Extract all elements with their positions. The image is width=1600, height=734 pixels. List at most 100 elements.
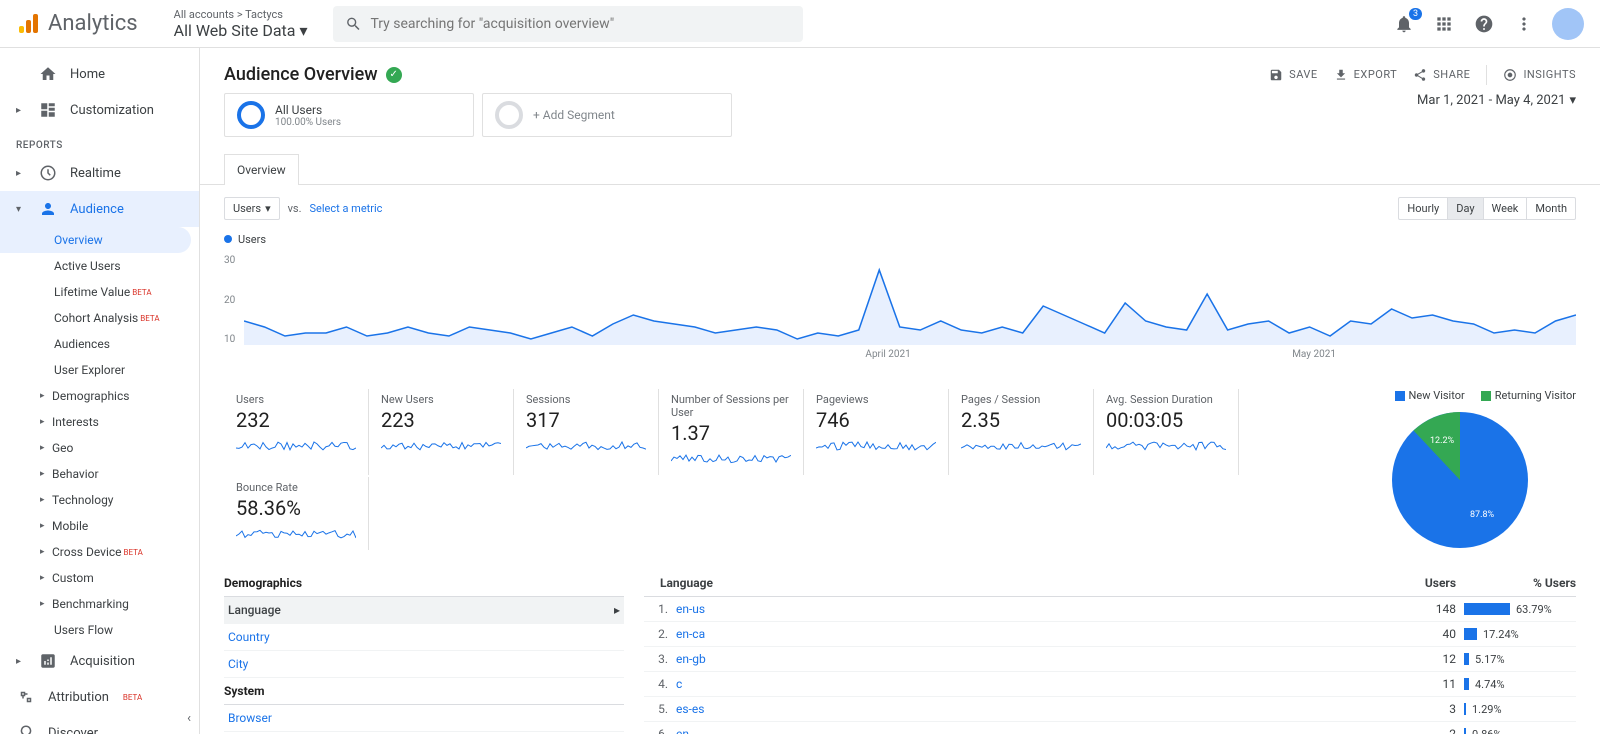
legend-new-visitor: New Visitor (1395, 389, 1465, 402)
row-index: 5. (644, 702, 668, 716)
metric-label: Sessions (526, 393, 646, 406)
nav-audience[interactable]: ▾Audience (0, 191, 199, 227)
nav-lifetime-value[interactable]: Lifetime ValueBETA (0, 279, 199, 305)
dim-city[interactable]: City (224, 651, 624, 678)
nav-overview[interactable]: Overview (0, 227, 191, 253)
metric-label: Avg. Session Duration (1106, 393, 1226, 406)
metric-card[interactable]: Avg. Session Duration 00:03:05 (1094, 389, 1239, 475)
nav-user-explorer[interactable]: User Explorer (0, 357, 199, 383)
lang-link[interactable]: en-us (668, 602, 1396, 616)
lang-table-header: Language Users % Users (644, 570, 1576, 597)
add-segment-button[interactable]: + Add Segment (482, 93, 732, 137)
notifications-icon[interactable]: 3 (1392, 12, 1416, 36)
system-header: System (224, 678, 624, 705)
search-bar[interactable] (333, 6, 803, 42)
dimension-list: Demographics Language▸ Country City Syst… (224, 570, 624, 734)
dim-browser[interactable]: Browser (224, 705, 624, 732)
metric-value: 2.35 (961, 408, 1081, 432)
lang-link[interactable]: es-es (668, 702, 1396, 716)
nav-interests[interactable]: ▸Interests (0, 409, 199, 435)
pill-hourly[interactable]: Hourly (1399, 198, 1448, 219)
metric-card[interactable]: Sessions317 (514, 389, 659, 475)
chart-svg (244, 255, 1576, 345)
collapse-sidebar-icon[interactable]: ‹ (187, 711, 191, 726)
insights-button[interactable]: INSIGHTS (1503, 68, 1576, 82)
segment-all-users[interactable]: All Users100.00% Users (224, 93, 474, 137)
dim-language[interactable]: Language▸ (224, 597, 624, 624)
account-selector[interactable]: All accounts > Tactycs All Web Site Data… (174, 8, 308, 40)
nav-behavior[interactable]: ▸Behavior (0, 461, 199, 487)
pct-bar (1464, 628, 1477, 640)
logo[interactable]: Analytics (16, 11, 138, 36)
pct-bar (1464, 603, 1510, 615)
person-icon (38, 199, 58, 219)
nav-acquisition[interactable]: ▸Acquisition (0, 643, 199, 679)
search-input[interactable] (370, 16, 791, 32)
metric-card[interactable]: Pages / Session2.35 (949, 389, 1094, 475)
chevron-down-icon: ▾ (265, 202, 271, 215)
pill-day[interactable]: Day (1448, 198, 1483, 219)
user-count: 12 (1396, 652, 1456, 666)
metric-card[interactable]: Bounce Rate58.36% (224, 477, 369, 550)
save-button[interactable]: SAVE (1269, 68, 1318, 82)
select-metric-link[interactable]: Select a metric (310, 202, 383, 215)
apps-icon[interactable] (1432, 12, 1456, 36)
metric-label: New Users (381, 393, 501, 406)
nav-custom[interactable]: ▸Custom (0, 565, 199, 591)
pill-week[interactable]: Week (1484, 198, 1528, 219)
nav-cross-device[interactable]: ▸Cross Device BETA (0, 539, 199, 565)
table-row: 4.c114.74% (644, 672, 1576, 697)
nav-home[interactable]: Home (0, 56, 199, 92)
lang-link[interactable]: en (668, 727, 1396, 734)
pct-bar (1464, 653, 1469, 665)
account-dropdown[interactable]: All Web Site Data ▾ (174, 21, 308, 40)
export-button[interactable]: EXPORT (1334, 68, 1398, 82)
nav-benchmarking[interactable]: ▸Benchmarking (0, 591, 199, 617)
lang-link[interactable]: en-gb (668, 652, 1396, 666)
dim-country[interactable]: Country (224, 624, 624, 651)
pct-value: 1.29% (1472, 703, 1502, 716)
nav-technology[interactable]: ▸Technology (0, 487, 199, 513)
nav-demographics[interactable]: ▸Demographics (0, 383, 199, 409)
lang-link[interactable]: c (668, 677, 1396, 691)
row-index: 4. (644, 677, 668, 691)
lang-link[interactable]: en-ca (668, 627, 1396, 641)
lower-section: Demographics Language▸ Country City Syst… (200, 562, 1600, 734)
nav-discover[interactable]: Discover (0, 715, 199, 734)
verified-icon: ✓ (386, 67, 402, 83)
metric-value: 223 (381, 408, 501, 432)
date-range-picker[interactable]: Mar 1, 2021 - May 4, 2021 ▾ (1417, 93, 1576, 108)
pie-chart[interactable]: 12.2% 87.8% (1390, 410, 1530, 550)
time-granularity: Hourly Day Week Month (1398, 197, 1576, 220)
nav-audiences[interactable]: Audiences (0, 331, 199, 357)
nav-active-users[interactable]: Active Users (0, 253, 199, 279)
share-button[interactable]: SHARE (1413, 68, 1470, 82)
pct-bar (1464, 703, 1466, 715)
nav-customization[interactable]: ▸Customization (0, 92, 199, 128)
metric-card[interactable]: Users232 (224, 389, 369, 475)
table-row: 3.en-gb12 5.17% (644, 647, 1576, 672)
pct-value: 4.74% (1475, 678, 1505, 691)
nav-geo[interactable]: ▸Geo (0, 435, 199, 461)
metric-card[interactable]: New Users 223 (369, 389, 514, 475)
metric-select[interactable]: Users ▾ (224, 197, 280, 220)
line-chart[interactable]: 302010 April 2021May 2021 (224, 255, 1576, 365)
pct-bar (1464, 728, 1466, 734)
vs-label: vs. (288, 202, 302, 215)
nav-mobile[interactable]: ▸Mobile (0, 513, 199, 539)
metric-card[interactable]: Number of Sessions per User1.37 (659, 389, 804, 475)
avatar[interactable] (1552, 8, 1584, 40)
metric-card[interactable]: Pageviews746 (804, 389, 949, 475)
user-count: 40 (1396, 627, 1456, 641)
more-icon[interactable] (1512, 12, 1536, 36)
nav-users-flow[interactable]: Users Flow (0, 617, 199, 643)
tab-overview[interactable]: Overview (224, 154, 299, 185)
pill-month[interactable]: Month (1527, 198, 1575, 219)
help-icon[interactable] (1472, 12, 1496, 36)
nav-realtime[interactable]: ▸Realtime (0, 155, 199, 191)
row-index: 3. (644, 652, 668, 666)
nav-attribution[interactable]: Attribution BETA (0, 679, 199, 715)
nav-cohort[interactable]: Cohort AnalysisBETA (0, 305, 199, 331)
metric-value: 00:03:05 (1106, 408, 1226, 432)
pct-value: 5.17% (1475, 653, 1505, 666)
